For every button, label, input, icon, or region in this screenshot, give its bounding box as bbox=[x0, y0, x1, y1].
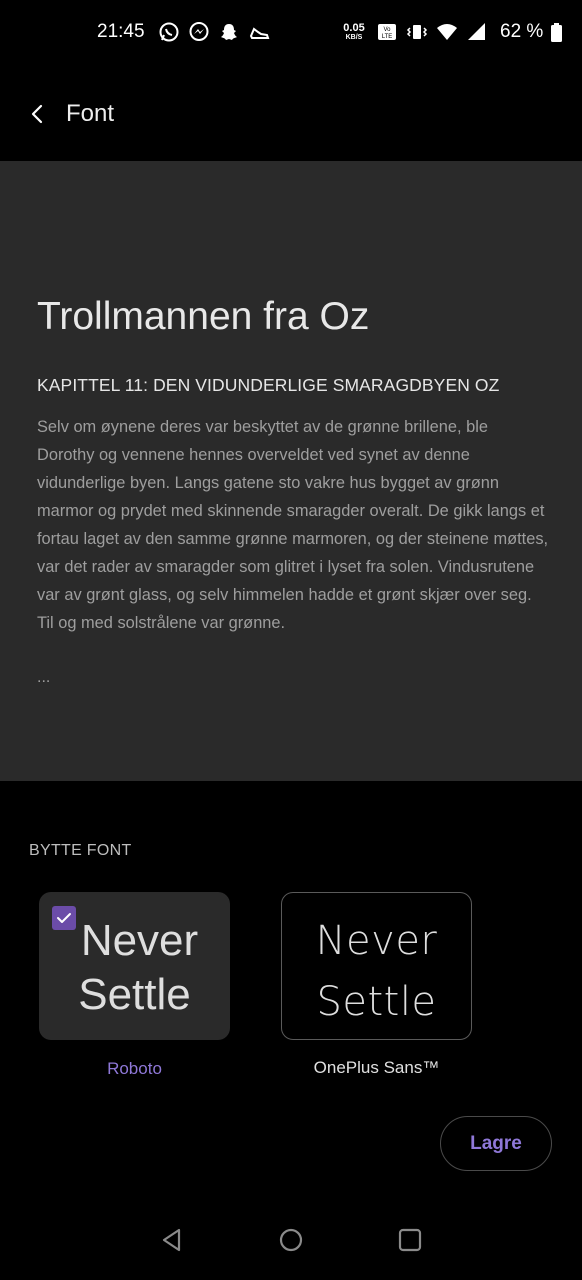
volte-icon: Vo LTE bbox=[378, 24, 396, 40]
battery-icon bbox=[551, 22, 563, 42]
snapchat-icon bbox=[221, 24, 237, 40]
font-name-roboto: Roboto bbox=[107, 1059, 162, 1078]
svg-text:LTE: LTE bbox=[382, 34, 393, 40]
font-sample-line-2: Settle bbox=[78, 970, 191, 1019]
system-status-icons: 0.05 KB/S Vo LTE 62 % bbox=[340, 21, 563, 43]
save-button[interactable]: Lagre bbox=[440, 1116, 552, 1171]
back-arrow-icon bbox=[31, 104, 43, 124]
shoe-icon bbox=[249, 27, 270, 39]
battery-percent: 62 % bbox=[500, 21, 544, 42]
nav-recents-icon[interactable] bbox=[396, 1226, 424, 1254]
font-option-oneplus-sans[interactable]: Never Settle bbox=[281, 892, 472, 1040]
wifi-icon bbox=[437, 24, 457, 40]
notification-icons bbox=[158, 21, 270, 43]
font-sample: Never Settle bbox=[39, 914, 230, 1022]
preview-ellipsis: ... bbox=[37, 669, 51, 686]
cellular-signal-icon bbox=[468, 23, 485, 40]
status-time: 21:45 bbox=[97, 21, 145, 42]
font-sample-line-1: Never bbox=[80, 916, 199, 965]
network-speed-unit: KB/S bbox=[345, 33, 363, 41]
preview-title: Trollmannen fra Oz bbox=[37, 295, 370, 338]
back-button[interactable] bbox=[22, 92, 54, 136]
status-bar: 21:45 0.05 KB/S Vo LTE 62 % bbox=[0, 0, 582, 66]
nav-home-icon[interactable] bbox=[277, 1226, 305, 1254]
font-sample-line-2: Settle bbox=[316, 979, 437, 1025]
app-bar: Font bbox=[0, 84, 582, 146]
svg-text:Vo: Vo bbox=[383, 27, 391, 33]
font-option-roboto[interactable]: Never Settle bbox=[39, 892, 230, 1040]
font-sample: Never Settle bbox=[282, 911, 471, 1033]
network-speed-value: 0.05 bbox=[343, 21, 365, 34]
font-sample-line-1: Never bbox=[315, 918, 438, 964]
preview-heading: KAPITTEL 11: DEN VIDUNDERLIGE SMARAGDBYE… bbox=[37, 375, 500, 395]
network-speed: 0.05 KB/S bbox=[340, 21, 368, 42]
page-title: Font bbox=[66, 100, 115, 127]
font-name-oneplus-sans: OnePlus Sans™ bbox=[313, 1058, 440, 1077]
vibrate-icon bbox=[406, 25, 428, 39]
messenger-icon bbox=[189, 22, 209, 41]
nav-back-icon[interactable] bbox=[158, 1226, 186, 1254]
section-label: BYTTE FONT bbox=[29, 842, 132, 859]
whatsapp-icon bbox=[159, 22, 179, 42]
navigation-bar bbox=[0, 1200, 582, 1280]
preview-body: Selv om øynene deres var beskyttet av de… bbox=[37, 418, 549, 632]
font-preview: Trollmannen fra Oz KAPITTEL 11: DEN VIDU… bbox=[0, 161, 582, 781]
